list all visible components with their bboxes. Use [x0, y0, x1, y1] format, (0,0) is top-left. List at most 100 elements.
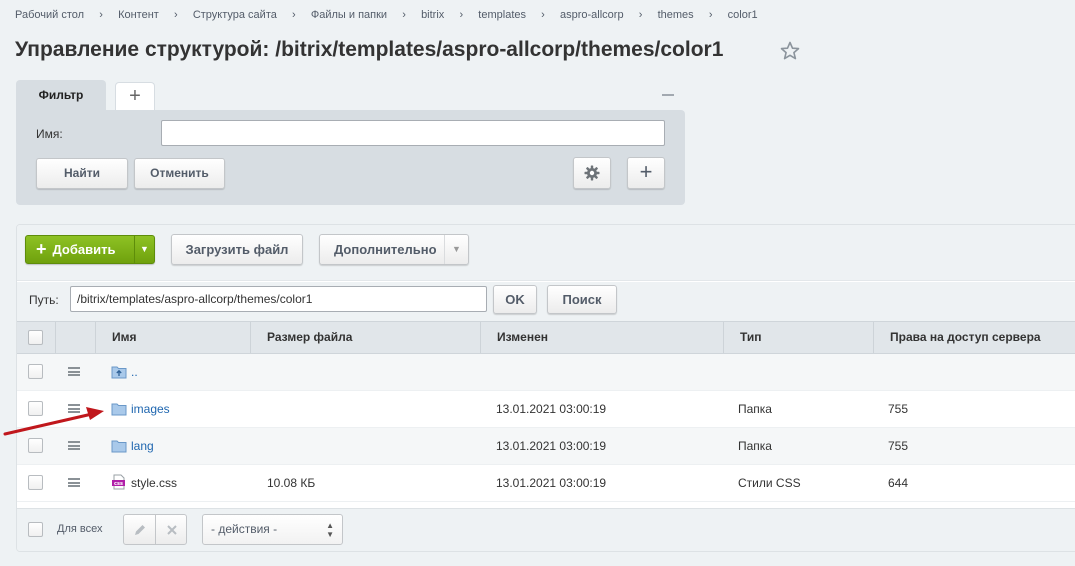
plus-icon: + — [639, 159, 653, 184]
name-filter-input[interactable] — [161, 120, 665, 146]
folder-icon — [111, 403, 127, 416]
chevron-down-icon[interactable]: ▼ — [134, 236, 154, 263]
group-actions-value: - действия - — [211, 522, 278, 536]
cancel-button[interactable]: Отменить — [134, 158, 225, 189]
plus-icon: + — [36, 239, 47, 259]
select-all-column — [17, 322, 56, 353]
select-all-footer-checkbox[interactable] — [28, 522, 43, 537]
pencil-icon[interactable] — [133, 523, 147, 537]
close-icon[interactable] — [166, 524, 178, 536]
row-checkbox[interactable] — [28, 364, 43, 379]
file-type: Папка — [738, 439, 772, 453]
chevron-right-icon: › — [292, 9, 296, 21]
column-header-name[interactable]: Имя — [96, 322, 251, 353]
column-header-type[interactable]: Тип — [724, 322, 874, 353]
file-size: 10.08 КБ — [267, 476, 316, 490]
add-button[interactable]: + Добавить ▼ — [25, 235, 155, 264]
breadcrumb-desktop[interactable]: Рабочий стол — [15, 9, 84, 21]
gear-icon — [584, 165, 600, 181]
file-name-text[interactable]: lang — [131, 439, 154, 453]
path-bar: Путь: OK Поиск — [17, 282, 1075, 322]
column-header-modified[interactable]: Изменен — [481, 322, 724, 353]
chevron-right-icon: › — [638, 9, 643, 21]
name-filter-label: Имя: — [36, 127, 63, 141]
for-all-label: Для всех — [57, 523, 103, 535]
file-grid: + Добавить ▼ Загрузить файл Дополнительно… — [16, 224, 1075, 552]
more-actions-button[interactable]: Дополнительно ▼ — [319, 234, 469, 265]
chevron-right-icon: › — [99, 9, 103, 21]
path-label: Путь: — [29, 293, 59, 307]
tab-filter[interactable]: Фильтр — [16, 80, 106, 111]
find-button[interactable]: Найти — [36, 158, 128, 189]
grid-footer: Для всех - действия - ▲ ▼ — [17, 508, 1075, 551]
file-permissions: 644 — [888, 476, 909, 490]
filter-settings-button[interactable] — [573, 157, 611, 189]
select-arrows-icon: ▲ ▼ — [326, 521, 334, 539]
grid-toolbar: + Добавить ▼ Загрузить файл Дополнительно… — [17, 225, 1075, 281]
table-row[interactable]: .. — [17, 354, 1075, 391]
file-name[interactable]: css style.css — [111, 465, 177, 502]
folder-up-icon — [111, 366, 127, 379]
column-header-size[interactable]: Размер файла — [251, 322, 481, 353]
file-name-text[interactable]: style.css — [131, 476, 177, 490]
table-header: Имя Размер файла Изменен Тип Права на до… — [17, 321, 1075, 354]
file-permissions: 755 — [888, 402, 909, 416]
file-name-text[interactable]: .. — [131, 365, 138, 379]
plus-icon: + — [129, 85, 141, 107]
star-icon[interactable] — [780, 41, 800, 61]
table-row[interactable]: css style.css 10.08 КБ 13.01.2021 03:00:… — [17, 465, 1075, 502]
breadcrumb-site-structure[interactable]: Структура сайта — [193, 9, 277, 21]
file-name[interactable]: .. — [111, 354, 138, 391]
menu-icon[interactable] — [68, 478, 80, 487]
add-filter-field-button[interactable]: + — [627, 157, 665, 189]
group-actions-select[interactable]: - действия - ▲ ▼ — [202, 514, 343, 545]
row-checkbox[interactable] — [28, 475, 43, 490]
minimize-icon[interactable] — [662, 94, 674, 96]
chevron-right-icon: › — [708, 9, 713, 21]
chevron-right-icon: › — [459, 9, 464, 21]
select-all-checkbox[interactable] — [28, 330, 43, 345]
file-type: Стили CSS — [738, 476, 801, 490]
breadcrumb-color1[interactable]: color1 — [728, 9, 758, 21]
chevron-right-icon: › — [173, 9, 178, 21]
table-row[interactable]: lang 13.01.2021 03:00:19 Папка 755 — [17, 428, 1075, 465]
menu-icon[interactable] — [68, 367, 80, 376]
chevron-right-icon: › — [541, 9, 545, 21]
button-divider — [155, 515, 156, 544]
add-button-label: Добавить — [52, 242, 116, 257]
actions-column-header — [56, 322, 96, 353]
breadcrumb-bitrix[interactable]: bitrix — [421, 9, 444, 21]
menu-icon[interactable] — [68, 441, 80, 450]
css-file-icon: css — [112, 474, 125, 490]
upload-file-button[interactable]: Загрузить файл — [171, 234, 303, 265]
breadcrumb-aspro-allcorp[interactable]: aspro-allcorp — [560, 9, 624, 21]
path-input[interactable] — [70, 286, 487, 312]
ok-button[interactable]: OK — [493, 285, 537, 314]
file-modified: 13.01.2021 03:00:19 — [496, 402, 607, 416]
file-modified: 13.01.2021 03:00:19 — [496, 476, 607, 490]
search-button[interactable]: Поиск — [547, 285, 617, 314]
chevron-right-icon: › — [402, 9, 406, 21]
file-modified: 13.01.2021 03:00:19 — [496, 439, 607, 453]
breadcrumb-themes[interactable]: themes — [658, 9, 694, 21]
file-name[interactable]: images — [111, 391, 170, 428]
file-name-text[interactable]: images — [131, 402, 170, 416]
more-actions-label: Дополнительно — [334, 242, 437, 257]
breadcrumb-content[interactable]: Контент — [118, 9, 159, 21]
add-filter-tab-button[interactable]: + — [115, 82, 155, 111]
annotation-arrow-icon — [3, 407, 104, 436]
file-permissions: 755 — [888, 439, 909, 453]
row-action-buttons — [123, 514, 187, 545]
file-name[interactable]: lang — [111, 428, 154, 465]
page-title: Управление структурой: /bitrix/templates… — [15, 38, 724, 61]
breadcrumb-files-folders[interactable]: Файлы и папки — [311, 9, 387, 21]
row-checkbox[interactable] — [28, 438, 43, 453]
column-header-permissions[interactable]: Права на доступ сервера — [874, 322, 1075, 353]
file-type: Папка — [738, 402, 772, 416]
chevron-down-icon: ▼ — [444, 235, 468, 264]
filter-panel: Имя: Найти Отменить + — [16, 110, 685, 205]
breadcrumb-templates[interactable]: templates — [478, 9, 526, 21]
breadcrumb: Рабочий стол › Контент › Структура сайта › Фай… — [15, 9, 758, 21]
table-row[interactable]: images 13.01.2021 03:00:19 Папка 755 — [17, 391, 1075, 428]
folder-icon — [111, 440, 127, 453]
